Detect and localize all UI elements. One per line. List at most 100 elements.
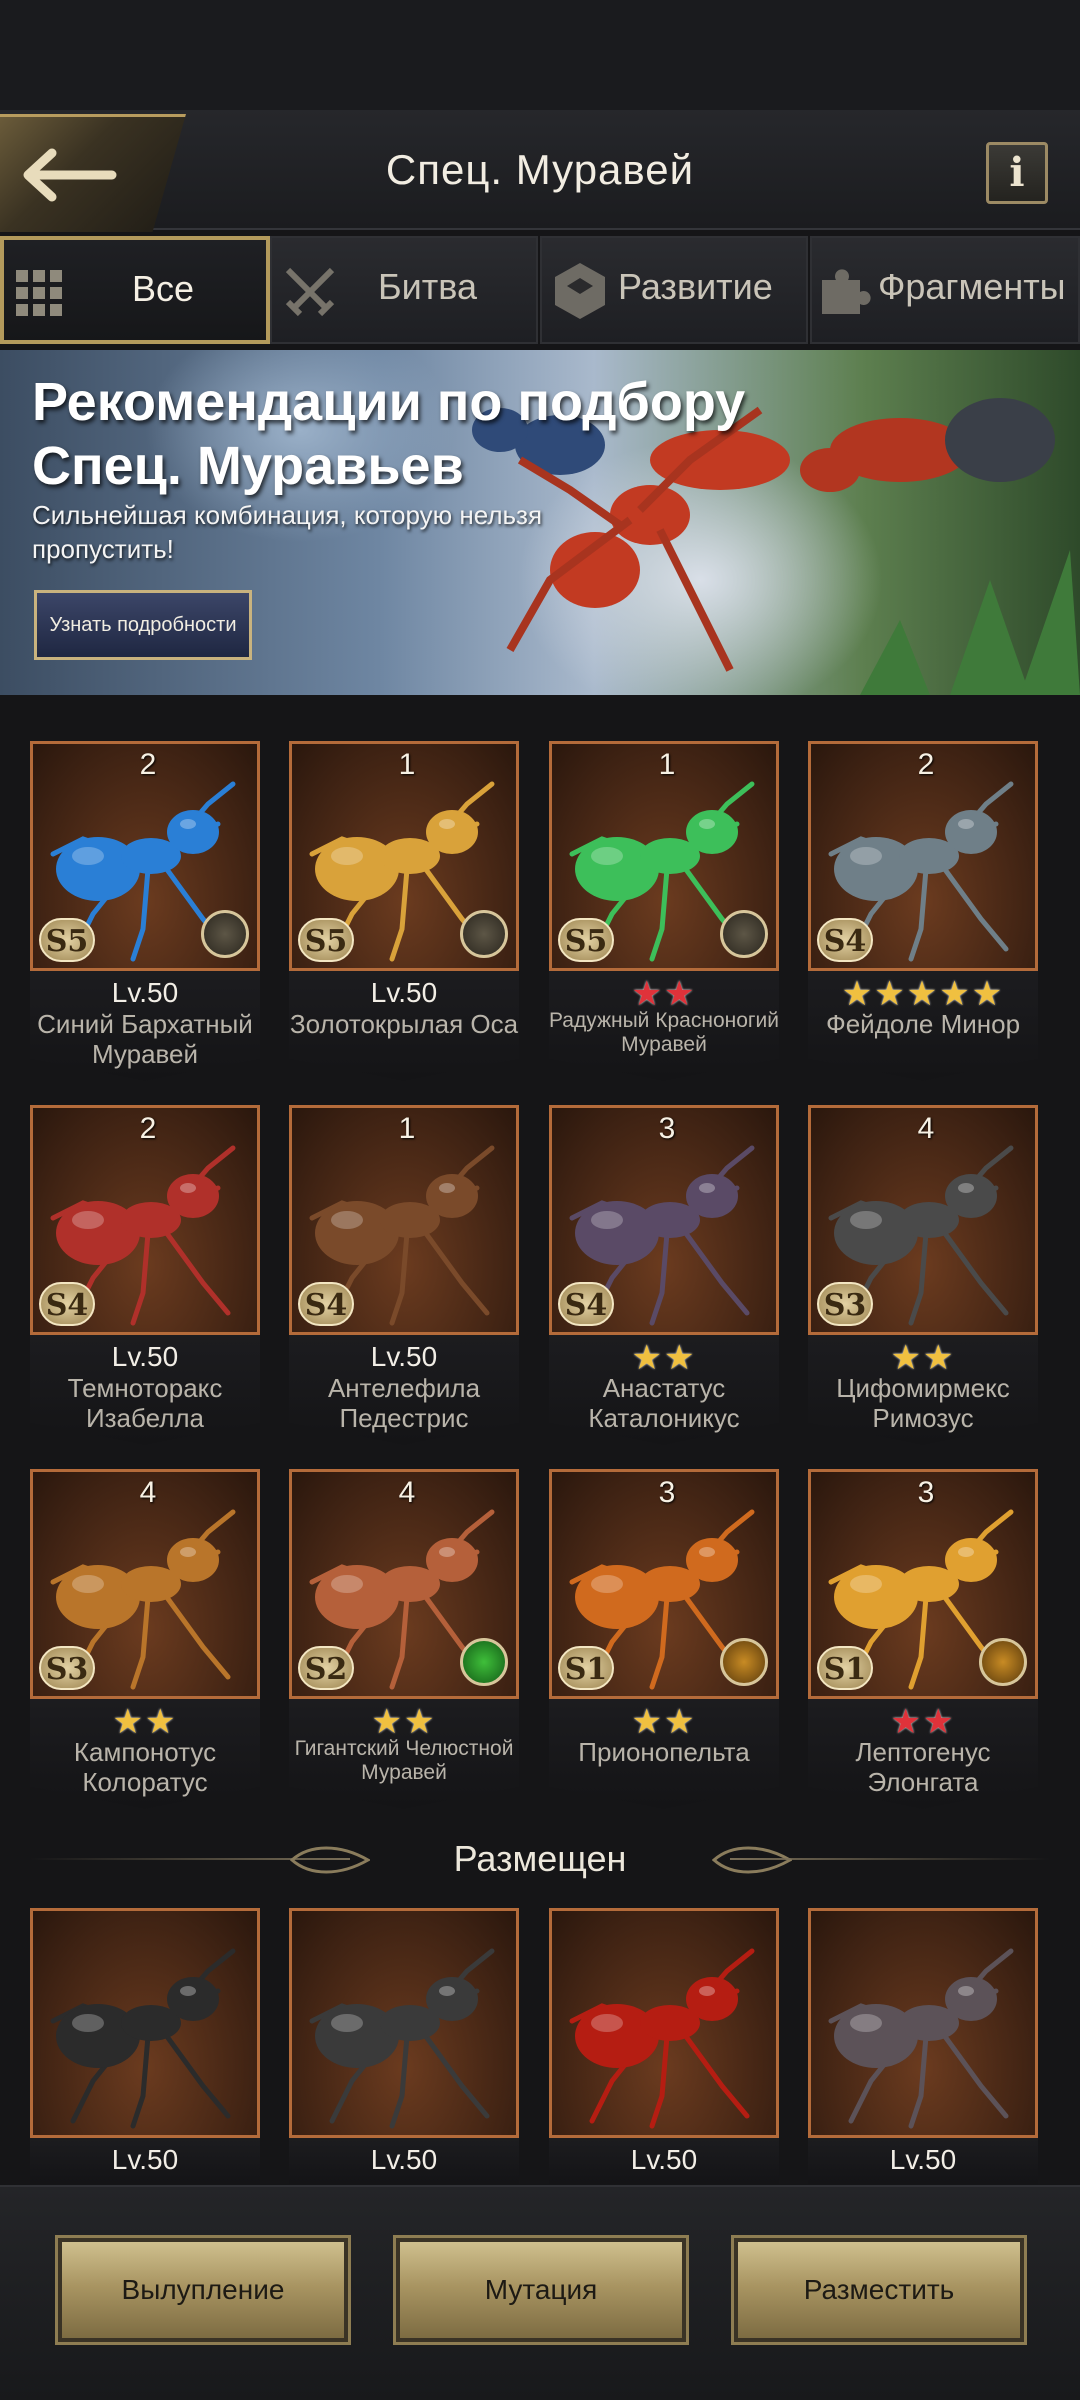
star-icon: ★ [631, 1703, 664, 1741]
ant-count: 2 [139, 1112, 157, 1145]
ant-portrait-image [309, 1948, 495, 2129]
ant-count: 3 [658, 1112, 676, 1145]
ant-portrait-frame [30, 1908, 260, 2138]
ant-name: Прионопельта [578, 1737, 750, 1767]
grade-badge: S5 [298, 918, 354, 962]
placed-ant-card[interactable]: Lv.50 [289, 1908, 519, 2184]
ant-portrait-frame: 2 S4 [808, 741, 1038, 971]
ant-card[interactable]: 2 S4 ★★★★★ Фейдоле Минор [808, 741, 1038, 1081]
ant-count: 3 [658, 1476, 676, 1509]
leaf-ornament-right-icon [712, 1846, 792, 1874]
ant-name: Антелефила Педестрис [327, 1373, 481, 1433]
promo-banner[interactable]: Рекомендации по подбору Спец. Муравьев С… [0, 350, 1080, 695]
ant-card[interactable]: 2 S5 Lv.50 Синий Бархатный Муравей [30, 741, 260, 1081]
ant-name: Кампонотус Колоратус [73, 1737, 217, 1797]
page-title: Спец. Муравей [385, 146, 695, 193]
ant-count: 2 [139, 748, 157, 781]
ant-level: Lv.50 [889, 2144, 957, 2175]
ant-card[interactable]: 4 S3 ★★ Кампонотус Колоратус [30, 1469, 260, 1809]
ant-portrait-frame [549, 1908, 779, 2138]
ant-card[interactable]: 4 S2 ★★ Гигантский Челюстной Муравей [289, 1469, 519, 1809]
tab-battle-label: Битва [378, 266, 477, 307]
learn-more-button[interactable]: Узнать подробности [34, 590, 252, 660]
star-rating: ★★★★★ [808, 977, 1038, 1011]
ant-card[interactable]: 2 S4 Lv.50 Темноторакс Изабелла [30, 1105, 260, 1445]
star-icon: ★ [112, 1703, 145, 1741]
ant-count: 4 [139, 1476, 157, 1509]
ant-card[interactable]: 3 S4 ★★ Анастатус Каталоникус [549, 1105, 779, 1445]
ant-portrait-frame: 4 S3 [30, 1469, 260, 1699]
status-bar [0, 0, 1080, 110]
ant-portrait-frame: 2 S5 [30, 741, 260, 971]
ant-portrait-frame: 4 S2 [289, 1469, 519, 1699]
crossed-swords-icon [285, 267, 335, 317]
ant-card[interactable]: 1 S5 Lv.50 Золотокрылая Оса [289, 741, 519, 1081]
grade-badge: S4 [817, 918, 873, 962]
star-icon: ★ [890, 1703, 923, 1741]
ant-level: Lv.50 [111, 1341, 179, 1372]
medal-icon [201, 910, 249, 958]
ant-count: 1 [398, 748, 416, 781]
ant-name: Радужный Красноногий Муравей [548, 1009, 780, 1056]
ant-count: 2 [917, 748, 935, 781]
placed-ant-card[interactable]: Lv.50 [30, 1908, 260, 2184]
ant-count: 3 [917, 1476, 935, 1509]
ant-level: Lv.50 [370, 2144, 438, 2175]
star-rating: ★★ [289, 1705, 519, 1739]
tab-all[interactable]: Все [0, 236, 270, 344]
star-icon: ★ [664, 1703, 697, 1741]
grade-badge: S4 [39, 1282, 95, 1326]
star-icon: ★ [631, 975, 664, 1013]
header: Спец. Муравей i [0, 110, 1080, 232]
ant-portrait-frame: 3 S1 [808, 1469, 1038, 1699]
grade-badge: S1 [558, 1646, 614, 1690]
grade-badge: S4 [558, 1282, 614, 1326]
ant-name: Синий Бархатный Муравей [37, 1009, 253, 1069]
leaf-badge-icon [460, 1638, 508, 1686]
mutation-button[interactable]: Мутация [393, 2235, 689, 2345]
ant-card[interactable]: 1 S5 ★★ Радужный Красноногий Муравей [549, 741, 779, 1081]
ant-portrait-frame: 1 S4 [289, 1105, 519, 1335]
star-icon: ★ [971, 975, 1005, 1013]
insect-badge-icon [979, 1638, 1027, 1686]
star-icon: ★ [923, 1703, 956, 1741]
ant-name: Гигантский Челюстной Муравей [294, 1737, 514, 1784]
ant-level: Lv.50 [111, 977, 179, 1008]
ant-portrait-image [828, 1948, 1014, 2129]
hatch-button[interactable]: Вылупление [55, 2235, 351, 2345]
ant-count: 1 [658, 748, 676, 781]
banner-subtitle: Сильнейшая комбинация, которую нельзя пр… [32, 500, 543, 564]
ant-name: Цифомирмекс Римозус [836, 1373, 1010, 1433]
ant-portrait-frame: 1 S5 [549, 741, 779, 971]
placed-ant-card[interactable]: Lv.50 [549, 1908, 779, 2184]
star-icon: ★ [631, 1339, 664, 1377]
ant-portrait-frame: 3 S1 [549, 1469, 779, 1699]
ant-portrait-frame [289, 1908, 519, 2138]
medal-icon [460, 910, 508, 958]
grade-badge: S4 [298, 1282, 354, 1326]
tab-battle[interactable]: Битва [270, 236, 538, 344]
grade-badge: S3 [817, 1282, 873, 1326]
tab-development[interactable]: Развитие [540, 236, 808, 344]
ant-card[interactable]: 1 S4 Lv.50 Антелефила Педестрис [289, 1105, 519, 1445]
ant-portrait-frame: 4 S3 [808, 1105, 1038, 1335]
placed-ant-card[interactable]: Lv.50 [808, 1908, 1038, 2184]
deploy-button[interactable]: Разместить [731, 2235, 1027, 2345]
ant-card[interactable]: 4 S3 ★★ Цифомирмекс Римозус [808, 1105, 1038, 1445]
ant-portrait-image [50, 1948, 236, 2129]
star-rating: ★★ [30, 1705, 260, 1739]
ant-count: 4 [398, 1476, 416, 1509]
ant-card[interactable]: 3 S1 ★★ Прионопельта [549, 1469, 779, 1809]
banner-title: Рекомендации по подбору Спец. Муравьев [32, 372, 746, 496]
ant-portrait-frame: 1 S5 [289, 741, 519, 971]
star-icon: ★ [145, 1703, 178, 1741]
info-button[interactable]: i [986, 142, 1048, 204]
star-rating: ★★ [549, 1705, 779, 1739]
tab-fragments[interactable]: Фрагменты [810, 236, 1080, 344]
star-icon: ★ [664, 1339, 697, 1377]
ant-card[interactable]: 3 S1 ★★ Лептогенус Элонгата [808, 1469, 1038, 1809]
star-icon: ★ [841, 975, 875, 1013]
grade-badge: S5 [558, 918, 614, 962]
grid-icon [16, 270, 62, 316]
star-icon: ★ [890, 1339, 923, 1377]
